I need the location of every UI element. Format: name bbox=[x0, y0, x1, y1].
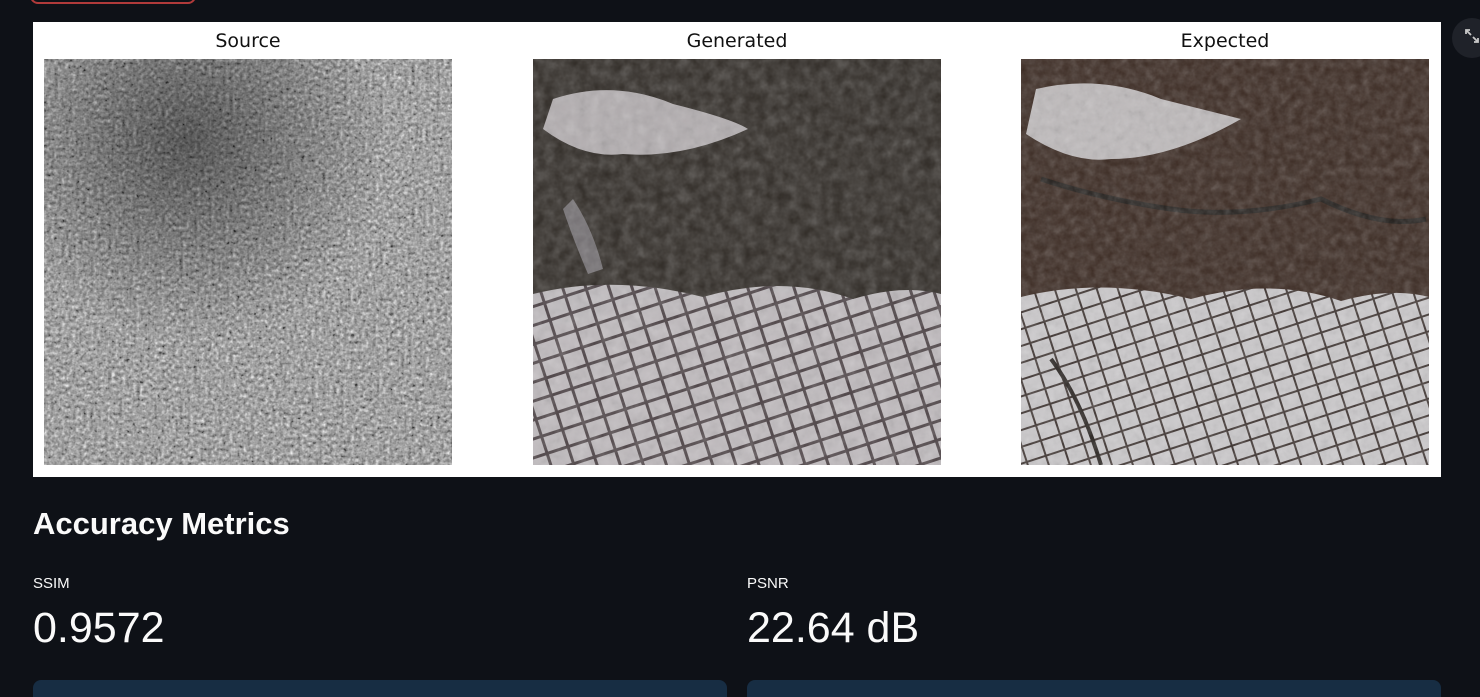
panel-title-expected: Expected bbox=[1180, 30, 1270, 52]
psnr-label: PSNR bbox=[747, 575, 789, 592]
app-root: Source Generated Expected Accuracy Metri… bbox=[0, 0, 1480, 697]
action-button[interactable] bbox=[30, 0, 196, 4]
source-image bbox=[44, 59, 452, 465]
ssim-value: 0.9572 bbox=[33, 604, 165, 652]
ssim-label: SSIM bbox=[33, 575, 70, 592]
panel-title-generated: Generated bbox=[686, 30, 788, 52]
info-card-right bbox=[747, 680, 1441, 697]
info-card-left bbox=[33, 680, 727, 697]
psnr-value: 22.64 dB bbox=[747, 604, 920, 652]
panel-title-source: Source bbox=[215, 30, 281, 52]
expand-icon bbox=[1464, 28, 1480, 48]
metrics-title: Accuracy Metrics bbox=[33, 506, 290, 541]
fullscreen-button[interactable] bbox=[1452, 18, 1480, 58]
generated-image bbox=[533, 59, 941, 465]
comparison-figure: Source Generated Expected bbox=[33, 22, 1441, 477]
expected-image bbox=[1021, 59, 1429, 465]
